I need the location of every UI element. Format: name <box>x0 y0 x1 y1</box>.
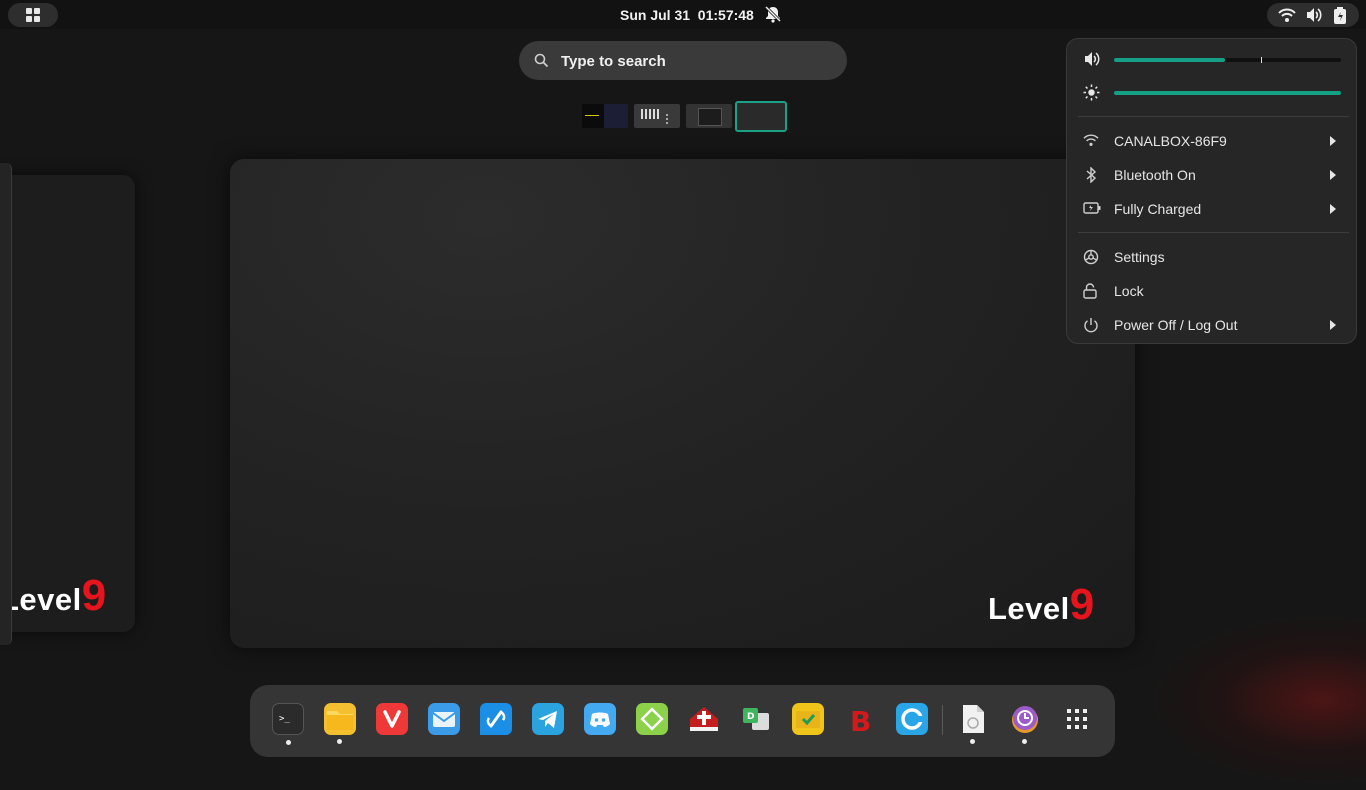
search-input[interactable] <box>559 49 833 73</box>
power-icon <box>1083 317 1099 338</box>
brightness-slider-row <box>1067 81 1358 105</box>
menu-item-lock[interactable]: Lock <box>1067 277 1358 305</box>
volume-icon <box>1305 7 1323 28</box>
chat-link-icon[interactable] <box>480 703 512 735</box>
workspace-previous[interactable]: Level9 <box>0 175 135 632</box>
menu-item-label: Fully Charged <box>1114 201 1202 217</box>
submenu-arrow-icon <box>1330 320 1336 330</box>
menu-item-label: Power Off / Log Out <box>1114 317 1238 333</box>
checklist-icon[interactable] <box>792 703 824 735</box>
app-grid-icon[interactable] <box>1061 703 1093 735</box>
system-status-button[interactable] <box>1267 3 1359 27</box>
mail-icon[interactable] <box>428 703 460 735</box>
volume-slider-row <box>1067 48 1358 72</box>
volume-icon <box>1083 51 1101 72</box>
menu-item-power[interactable]: Power Off / Log Out <box>1067 311 1358 339</box>
menu-item-settings[interactable]: Settings <box>1067 243 1358 271</box>
menu-item-label: Bluetooth On <box>1114 167 1196 183</box>
b-app-icon[interactable]: B <box>844 703 876 735</box>
folder-icon[interactable] <box>324 703 356 744</box>
wifi-icon <box>1083 133 1099 152</box>
clock[interactable]: Sun Jul 31 01:57:48 <box>620 7 754 23</box>
wallpaper-logo: Level9 <box>0 571 107 620</box>
submenu-arrow-icon <box>1330 136 1336 146</box>
menu-item-label: Settings <box>1114 249 1165 265</box>
discord-icon[interactable] <box>584 703 616 735</box>
wallpaper-logo: Level9 <box>988 580 1095 629</box>
dock: >_ D B <box>250 685 1115 757</box>
search-entry[interactable] <box>519 41 847 80</box>
workspace-thumbnail-4-active[interactable] <box>735 101 787 132</box>
settings-icon <box>1083 249 1099 270</box>
menu-item-label: CANALBOX-86F9 <box>1114 133 1227 149</box>
lock-icon <box>1083 283 1097 304</box>
workspace-thumbnail-2[interactable] <box>634 104 680 128</box>
notifications-off-icon[interactable] <box>764 5 782 28</box>
workspace-thumbnail-1[interactable] <box>582 104 628 128</box>
dock-separator <box>942 705 943 735</box>
svg-text:>_: >_ <box>279 714 290 724</box>
vivaldi-icon[interactable] <box>376 703 408 735</box>
search-icon <box>534 53 549 73</box>
wallpaper-glow <box>1140 610 1366 790</box>
window-edge[interactable] <box>0 163 12 645</box>
battery-icon <box>1083 201 1101 220</box>
wifi-icon <box>1278 7 1296 28</box>
bluetooth-icon <box>1083 166 1099 188</box>
top-bar: Sun Jul 31 01:57:48 <box>0 0 1366 29</box>
terminal-icon[interactable]: >_ <box>272 703 304 745</box>
system-menu: CANALBOX-86F9 Bluetooth On Fully Charged… <box>1066 38 1357 344</box>
menu-item-wifi[interactable]: CANALBOX-86F9 <box>1067 127 1358 155</box>
brightness-slider[interactable] <box>1114 91 1341 95</box>
volume-slider[interactable] <box>1114 57 1341 63</box>
dictionary-icon[interactable]: D <box>740 703 772 735</box>
timeshift-icon[interactable] <box>1009 703 1041 744</box>
menu-item-label: Lock <box>1114 283 1144 299</box>
bible-icon[interactable] <box>688 703 720 735</box>
menu-item-bluetooth[interactable]: Bluetooth On <box>1067 161 1358 189</box>
menu-item-battery[interactable]: Fully Charged <box>1067 195 1358 223</box>
submenu-arrow-icon <box>1330 170 1336 180</box>
brightness-icon <box>1083 84 1100 106</box>
battery-icon <box>1333 7 1347 29</box>
telegram-icon[interactable] <box>532 703 564 735</box>
sync-app-icon[interactable] <box>636 703 668 735</box>
c-app-icon[interactable] <box>896 703 928 735</box>
submenu-arrow-icon <box>1330 204 1336 214</box>
svg-text:D: D <box>747 712 754 722</box>
svg-text:B: B <box>850 705 871 735</box>
workspace-thumbnail-3[interactable] <box>686 104 732 128</box>
workspace-current[interactable]: Level9 <box>230 159 1135 648</box>
activities-button[interactable] <box>8 3 58 27</box>
document-icon[interactable] <box>957 703 989 744</box>
